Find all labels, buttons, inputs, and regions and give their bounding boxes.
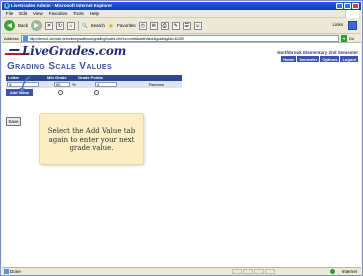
page-icon [22, 36, 28, 41]
menu-file[interactable]: File [6, 11, 13, 16]
status-bar: Done Internet [2, 267, 361, 275]
remove-link[interactable]: Remove [149, 82, 164, 87]
address-url: http://demo1.cbcmsh.net/onlinegradebook/… [29, 36, 184, 41]
status-panes [232, 269, 275, 274]
favorites-button[interactable]: Favorites [117, 23, 136, 28]
search-icon[interactable]: 🔍 [82, 23, 88, 29]
menu-favorites[interactable]: Favorites [49, 11, 68, 16]
site-nav: Home Semester Options Logout [281, 56, 358, 62]
menu-bar: File Edit View Favorites Tools Help [2, 10, 361, 18]
internet-zone-icon [330, 269, 335, 274]
back-arrow-icon[interactable]: ◀ [4, 20, 15, 31]
browser-window: e LiveGrades Admin - Microsoft Internet … [0, 0, 363, 276]
menu-tools[interactable]: Tools [73, 11, 84, 16]
logo-text: LiveGrades.com [22, 44, 127, 58]
go-button[interactable]: Go [349, 36, 354, 41]
radio-grade-points[interactable] [94, 90, 99, 95]
status-pane [243, 269, 253, 274]
security-zone: Internet [341, 269, 357, 274]
callout-line-1: Select the Add Value tab [47, 127, 136, 135]
back-button[interactable]: Back [18, 23, 28, 28]
address-label: Address [4, 35, 19, 41]
windows-flag-icon [345, 10, 359, 18]
menu-help[interactable]: Help [90, 11, 99, 16]
favorites-icon[interactable]: ★ [108, 22, 114, 30]
status-text: Done [10, 269, 21, 274]
messenger-icon[interactable]: ☺ [193, 21, 202, 30]
min-grade-input[interactable]: 90 [54, 82, 70, 87]
page-title: Grading Scale Values [7, 61, 113, 72]
status-pane [265, 269, 275, 274]
grade-points-input[interactable]: 4 [95, 82, 117, 87]
go-arrow-icon[interactable]: ➜ [340, 34, 347, 42]
toolbar-extension-icon[interactable] [348, 21, 357, 30]
nav-options[interactable]: Options [320, 56, 340, 62]
search-button[interactable]: Search [91, 23, 105, 28]
print-icon[interactable]: ⎙ [160, 21, 169, 30]
title-bar: e LiveGrades Admin - Microsoft Internet … [2, 2, 361, 10]
close-icon[interactable] [352, 3, 359, 9]
school-name: Northbrook Elementary 2nd Semester [277, 50, 358, 55]
page-done-icon [4, 269, 9, 274]
percent-label: % [72, 82, 76, 87]
table-row: A 90 % 4 Remove [6, 81, 182, 88]
status-pane [254, 269, 264, 274]
nav-home[interactable]: Home [281, 56, 297, 62]
nav-semester[interactable]: Semester [297, 56, 320, 62]
pointer-arrow-icon [19, 76, 31, 93]
minimize-icon[interactable] [336, 3, 343, 9]
toolbar-separator [78, 20, 80, 31]
callout-line-2: again to enter your next [48, 135, 135, 144]
status-pane [232, 269, 242, 274]
discuss-icon[interactable]: ☰ [182, 21, 191, 30]
maximize-icon[interactable] [344, 3, 351, 9]
address-bar: Address http://demo1.cbcmsh.net/onlinegr… [2, 34, 361, 43]
web-page: LiveGrades.com Northbrook Elementary 2nd… [2, 43, 361, 267]
links-button[interactable]: Links [332, 22, 343, 27]
livegrades-logo: LiveGrades.com [4, 44, 132, 60]
ie-logo-icon: e [4, 3, 10, 9]
callout-line-3: grade value. [69, 144, 114, 152]
mail-icon[interactable]: ✉ [149, 21, 158, 30]
instruction-callout: Select the Add Value tab again to enter … [39, 113, 144, 165]
menu-view[interactable]: View [33, 11, 43, 16]
window-title: LiveGrades Admin - Microsoft Internet Ex… [11, 3, 113, 8]
forward-arrow-icon[interactable]: ▶ [31, 20, 43, 31]
stop-icon[interactable]: ✕ [45, 21, 54, 30]
radio-min-grade[interactable] [58, 90, 63, 95]
save-button[interactable]: Save [6, 117, 21, 126]
window-controls [336, 3, 359, 9]
history-icon[interactable]: ◷ [138, 21, 147, 30]
menu-edit[interactable]: Edit [19, 11, 27, 16]
nav-logout[interactable]: Logout [340, 56, 358, 62]
edit-icon[interactable]: ✎ [171, 21, 180, 30]
refresh-icon[interactable]: ↻ [56, 21, 65, 30]
address-input[interactable]: http://demo1.cbcmsh.net/onlinegradebook/… [20, 34, 339, 42]
home-icon[interactable]: ⌂ [67, 21, 76, 30]
toolbar: ◀ Back ▶ ✕ ↻ ⌂ 🔍 Search ★ Favorites ◷ ✉ … [2, 18, 361, 34]
